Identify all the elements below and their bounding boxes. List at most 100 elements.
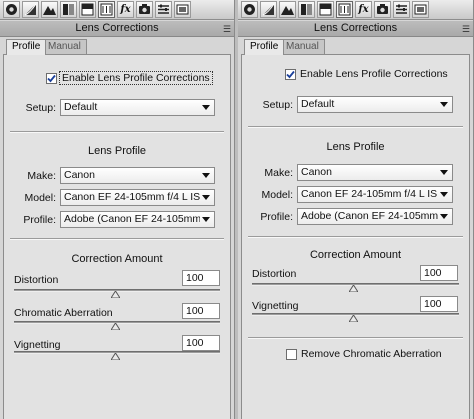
remove-ca-label: Remove Chromatic Aberration	[301, 348, 442, 360]
chromatic-aberration-label: Chromatic Aberration	[14, 307, 113, 319]
profile-select[interactable]: Adobe (Canon EF 24-105mm f...	[60, 211, 215, 228]
chevron-down-icon	[202, 105, 210, 110]
make-select[interactable]: Canon	[60, 167, 215, 184]
correction-amount-heading: Correction Amount	[71, 253, 163, 265]
distortion-slider-thumb[interactable]	[349, 285, 358, 292]
profile-label: Profile:	[260, 211, 293, 223]
vignetting-label: Vignetting	[252, 300, 299, 312]
presets-tab-button[interactable]	[155, 1, 172, 18]
lens-panel-icon	[338, 3, 351, 16]
make-select[interactable]: Canon	[297, 164, 453, 181]
chromatic-aberration-value-field[interactable]: 100	[182, 303, 220, 319]
enable-profile-checkbox[interactable]	[46, 72, 57, 84]
basic-tab-button[interactable]	[241, 1, 258, 18]
setup-select-value: Default	[64, 101, 98, 113]
basic-tab-button[interactable]	[3, 1, 20, 18]
vignetting-slider-thumb[interactable]	[349, 315, 358, 322]
setup-select[interactable]: Default	[60, 99, 215, 116]
tone-curve-icon	[24, 3, 37, 16]
chevron-down-icon	[440, 102, 448, 107]
camera-calibration-tab-button[interactable]	[136, 1, 153, 18]
panel-body: Enable Lens Profile Corrections Setup: D…	[241, 54, 470, 419]
hsl-tab-button[interactable]	[298, 1, 315, 18]
vignetting-slider-thumb[interactable]	[111, 353, 120, 360]
panel-menu-icon[interactable]: ☰	[462, 22, 470, 37]
vignetting-value-field[interactable]: 100	[420, 296, 458, 312]
model-select[interactable]: Canon EF 24-105mm f/4 L IS ...	[60, 189, 215, 206]
split-toning-tab-button[interactable]	[79, 1, 96, 18]
aperture-icon	[6, 4, 17, 15]
hsl-panel-icon	[81, 3, 94, 16]
enable-profile-checkbox[interactable]	[285, 68, 296, 80]
tone-curve-tab-button[interactable]	[22, 1, 39, 18]
split-panel-icon	[301, 4, 312, 15]
setup-select[interactable]: Default	[297, 96, 453, 113]
lens-corrections-tab-button[interactable]	[98, 1, 115, 18]
tab-profile[interactable]: Profile	[244, 39, 285, 55]
effects-tab-button[interactable]: fx	[355, 1, 372, 18]
fx-icon: fx	[358, 3, 369, 15]
presets-icon	[396, 4, 407, 14]
distortion-value-field[interactable]: 100	[420, 265, 458, 281]
chevron-down-icon	[202, 217, 210, 222]
enable-profile-row[interactable]: Enable Lens Profile Corrections	[285, 68, 448, 80]
tab-manual[interactable]: Manual	[42, 39, 87, 54]
remove-ca-row[interactable]: Remove Chromatic Aberration	[286, 348, 442, 360]
detail-tab-button[interactable]	[41, 1, 58, 18]
panel-menu-icon[interactable]: ☰	[223, 22, 231, 37]
divider	[248, 236, 463, 238]
panel-toolbar: fx	[0, 0, 234, 20]
hsl-tab-button[interactable]	[60, 1, 77, 18]
remove-ca-checkbox[interactable]	[286, 348, 297, 360]
checkmark-icon	[47, 74, 56, 82]
panel-title-bar: Lens Corrections ☰	[238, 21, 473, 37]
divider	[248, 337, 463, 339]
split-panel-icon	[63, 4, 74, 15]
presets-tab-button[interactable]	[393, 1, 410, 18]
make-select-value: Canon	[301, 166, 332, 178]
make-label: Make:	[264, 167, 293, 179]
snapshots-tab-button[interactable]	[174, 1, 191, 18]
enable-profile-label: Enable Lens Profile Corrections	[59, 71, 213, 85]
split-toning-tab-button[interactable]	[317, 1, 334, 18]
lens-corrections-tab-button[interactable]	[336, 1, 353, 18]
setup-label: Setup:	[262, 99, 293, 111]
distortion-label: Distortion	[252, 268, 297, 280]
tone-curve-tab-button[interactable]	[260, 1, 277, 18]
fx-icon: fx	[120, 3, 131, 15]
snapshots-icon	[176, 4, 189, 15]
lens-profile-heading: Lens Profile	[87, 145, 147, 157]
chevron-down-icon	[440, 214, 448, 219]
chromatic-aberration-slider-thumb[interactable]	[111, 323, 120, 330]
vignetting-value-field[interactable]: 100	[182, 335, 220, 351]
panel-toolbar: fx	[238, 0, 473, 20]
right-lens-corrections-panel: fx Lens Corrections ☰ Profile Manual Ena…	[238, 0, 474, 419]
camera-calibration-tab-button[interactable]	[374, 1, 391, 18]
model-label: Model:	[261, 189, 293, 201]
snapshots-icon	[414, 4, 427, 15]
enable-profile-row[interactable]: Enable Lens Profile Corrections	[46, 71, 213, 85]
tab-profile[interactable]: Profile	[6, 39, 47, 55]
presets-icon	[158, 4, 169, 14]
vignetting-label: Vignetting	[14, 339, 61, 351]
profile-select-value: Adobe (Canon EF 24-105mm f...	[301, 210, 438, 222]
setup-label: Setup:	[25, 102, 56, 114]
aperture-icon	[244, 4, 255, 15]
distortion-slider-thumb[interactable]	[111, 291, 120, 298]
panel-title: Lens Corrections	[313, 22, 398, 34]
chevron-down-icon	[440, 192, 448, 197]
detail-tab-button[interactable]	[279, 1, 296, 18]
snapshots-tab-button[interactable]	[412, 1, 429, 18]
mountain-icon	[43, 6, 56, 15]
effects-tab-button[interactable]: fx	[117, 1, 134, 18]
profile-select-value: Adobe (Canon EF 24-105mm f...	[64, 213, 200, 225]
profile-select[interactable]: Adobe (Canon EF 24-105mm f...	[297, 208, 453, 225]
model-select[interactable]: Canon EF 24-105mm f/4 L IS ...	[297, 186, 453, 203]
chevron-down-icon	[202, 195, 210, 200]
setup-select-value: Default	[301, 98, 335, 110]
chevron-down-icon	[202, 173, 210, 178]
tab-manual[interactable]: Manual	[280, 39, 325, 54]
panel-title: Lens Corrections	[75, 22, 159, 34]
hsl-panel-icon	[319, 3, 332, 16]
distortion-value-field[interactable]: 100	[182, 270, 220, 286]
